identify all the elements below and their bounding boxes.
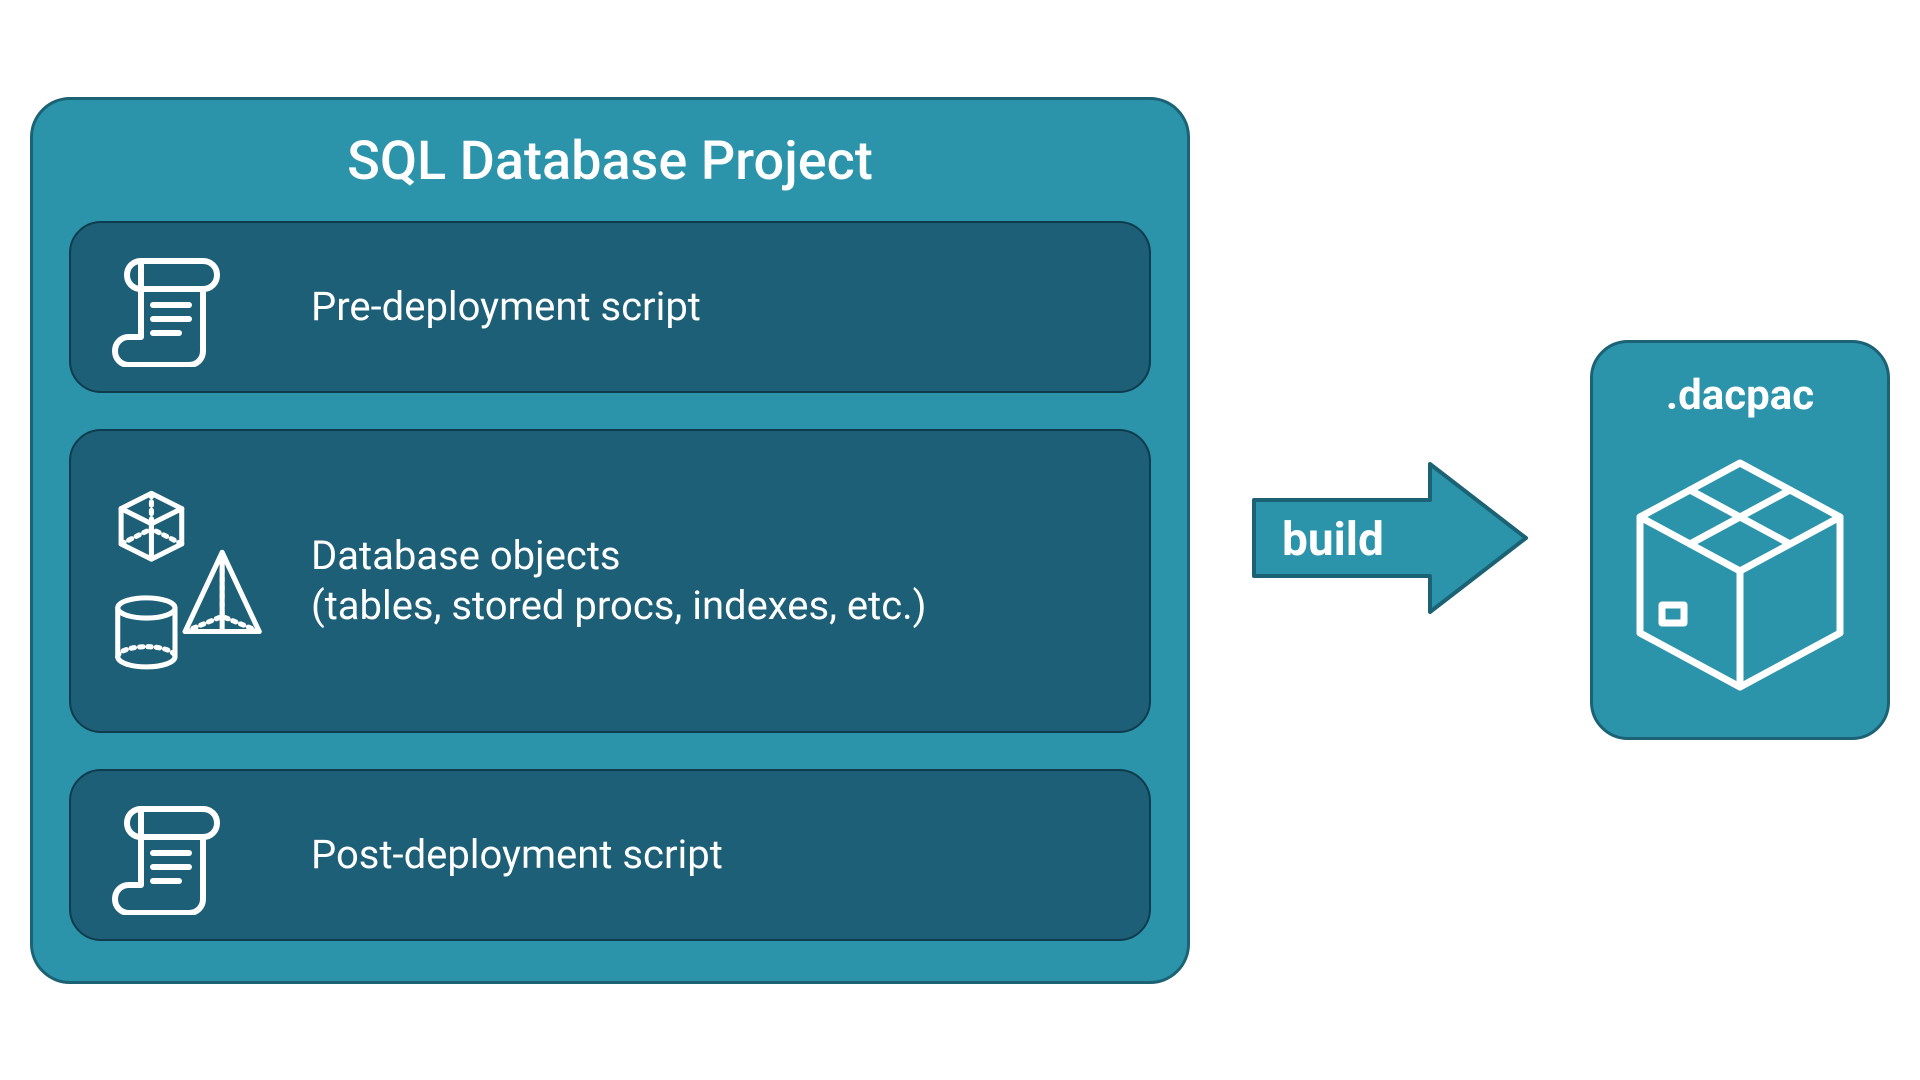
diagram-stage: SQL Database Project Pre-deployment scri… — [30, 97, 1890, 984]
objects-label-line2: (tables, stored procs, indexes, etc.) — [311, 582, 927, 629]
post-deploy-label: Post-deployment script — [311, 830, 723, 880]
scroll-icon — [111, 795, 271, 915]
dacpac-label: .dacpac — [1666, 371, 1814, 420]
objects-card: Database objects (tables, stored procs, … — [69, 429, 1151, 733]
objects-label-line1: Database objects — [311, 532, 621, 579]
objects-label: Database objects (tables, stored procs, … — [311, 531, 927, 631]
build-arrow-label: build — [1282, 513, 1384, 567]
shapes-icon — [111, 471, 271, 691]
dacpac-container: .dacpac — [1590, 340, 1890, 740]
build-arrow: build — [1250, 458, 1530, 622]
project-title: SQL Database Project — [69, 130, 1151, 193]
scroll-icon — [111, 247, 271, 367]
package-icon — [1630, 440, 1850, 709]
pre-deploy-card: Pre-deployment script — [69, 221, 1151, 393]
project-container: SQL Database Project Pre-deployment scri… — [30, 97, 1190, 984]
post-deploy-card: Post-deployment script — [69, 769, 1151, 941]
pre-deploy-label: Pre-deployment script — [311, 282, 701, 332]
